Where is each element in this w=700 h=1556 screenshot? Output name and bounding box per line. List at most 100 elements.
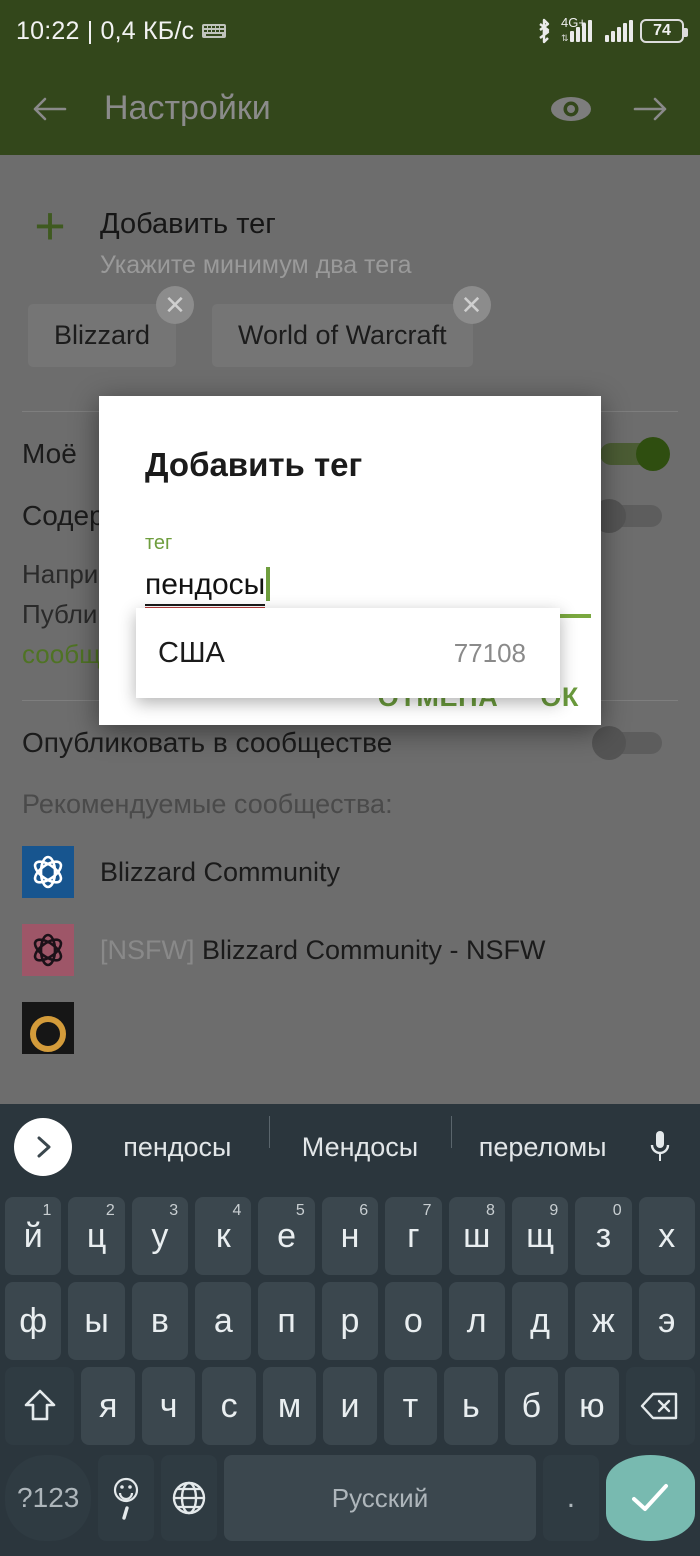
community-name-text: Blizzard Community - NSFW bbox=[202, 934, 546, 965]
key-г[interactable]: 7г bbox=[385, 1197, 442, 1275]
key-ц[interactable]: 2ц bbox=[68, 1197, 125, 1275]
battery-icon: 74 bbox=[640, 19, 688, 43]
key-й[interactable]: 1й bbox=[5, 1197, 62, 1275]
microphone-icon[interactable] bbox=[634, 1129, 686, 1165]
keyboard-row-2: ф ы в а п р о л д ж э bbox=[0, 1282, 700, 1360]
bluetooth-icon bbox=[534, 18, 554, 44]
shift-icon[interactable] bbox=[4, 1367, 75, 1445]
key-э[interactable]: э bbox=[638, 1282, 695, 1360]
back-button[interactable] bbox=[26, 86, 72, 132]
autocomplete-dropdown-item[interactable]: США 77108 bbox=[136, 608, 560, 698]
symbols-key[interactable]: ?123 bbox=[5, 1455, 92, 1541]
tag-chip[interactable]: World of Warcraft ✕ bbox=[212, 286, 491, 367]
toggle-mine[interactable] bbox=[592, 437, 670, 471]
remove-tag-icon[interactable]: ✕ bbox=[452, 286, 491, 324]
suggestion-item[interactable]: Мендосы bbox=[268, 1115, 452, 1163]
key-а[interactable]: а bbox=[195, 1282, 252, 1360]
key-щ[interactable]: 9щ bbox=[511, 1197, 569, 1275]
setting-label: Опубликовать в сообществе bbox=[22, 727, 393, 758]
tag-input-field[interactable]: тег пендосы bbox=[99, 484, 601, 618]
network-type-label: 4G+ bbox=[561, 15, 586, 30]
key-п[interactable]: п bbox=[258, 1282, 315, 1360]
dialog-title: Добавить тег bbox=[145, 446, 363, 483]
key-ю[interactable]: ю bbox=[565, 1367, 619, 1445]
toggle-publish[interactable] bbox=[592, 726, 670, 760]
key-т[interactable]: т bbox=[383, 1367, 438, 1445]
key-ш[interactable]: 8ш bbox=[448, 1197, 505, 1275]
tag-chip-label: Blizzard bbox=[54, 320, 151, 350]
key-м[interactable]: м bbox=[262, 1367, 317, 1445]
community-name: Blizzard Community bbox=[100, 856, 341, 887]
key-к[interactable]: 4к bbox=[195, 1197, 252, 1275]
key-ь[interactable]: ь bbox=[444, 1367, 498, 1445]
community-list-item-partial[interactable] bbox=[0, 976, 700, 1054]
chevron-right-icon[interactable] bbox=[14, 1118, 72, 1176]
key-label: у bbox=[151, 1216, 169, 1255]
status-time-and-speed: 10:22 | 0,4 КБ/с bbox=[16, 16, 195, 45]
data-arrows-icon: ⇅ bbox=[561, 33, 569, 43]
keyboard-row-4: ?123 Русский . bbox=[0, 1455, 700, 1541]
mobile-signal-2 bbox=[605, 20, 633, 42]
recommended-communities-title: Рекомендуемые сообщества: bbox=[22, 789, 393, 819]
emoji-comma-icon[interactable] bbox=[98, 1455, 155, 1541]
key-е[interactable]: 5е bbox=[258, 1197, 315, 1275]
key-н[interactable]: 6н bbox=[321, 1197, 379, 1275]
key-я[interactable]: я bbox=[81, 1367, 135, 1445]
key-ч[interactable]: ч bbox=[141, 1367, 196, 1445]
app-toolbar: Настройки bbox=[0, 62, 700, 155]
key-х[interactable]: х bbox=[638, 1197, 695, 1275]
tag-chip[interactable]: Blizzard ✕ bbox=[28, 286, 195, 367]
key-д[interactable]: д bbox=[511, 1282, 569, 1360]
plus-icon[interactable]: + bbox=[0, 199, 100, 253]
setting-label: Содер bbox=[22, 500, 105, 531]
eye-icon[interactable] bbox=[548, 86, 594, 132]
key-в[interactable]: в bbox=[131, 1282, 189, 1360]
key-с[interactable]: с bbox=[202, 1367, 256, 1445]
key-р[interactable]: р bbox=[321, 1282, 379, 1360]
key-number-hint: 8 bbox=[485, 1202, 495, 1219]
suggestion-count: 77108 bbox=[453, 637, 526, 668]
globe-icon[interactable] bbox=[161, 1455, 217, 1541]
page-title: Настройки bbox=[104, 89, 271, 127]
key-number-hint: 7 bbox=[422, 1202, 432, 1219]
remove-tag-icon[interactable]: ✕ bbox=[156, 286, 195, 324]
key-б[interactable]: б bbox=[504, 1367, 559, 1445]
space-key[interactable]: Русский bbox=[223, 1455, 537, 1541]
suggestion-name: США bbox=[158, 636, 225, 669]
status-left-group: 10:22 | 0,4 КБ/с bbox=[16, 16, 227, 46]
key-у[interactable]: 3у bbox=[131, 1197, 189, 1275]
community-list-item[interactable]: [NSFW] Blizzard Community - NSFW bbox=[0, 898, 700, 976]
backspace-icon[interactable] bbox=[625, 1367, 696, 1445]
status-right-group: 4G+ ⇅ 74 bbox=[534, 15, 688, 44]
key-ы[interactable]: ы bbox=[68, 1282, 125, 1360]
key-ж[interactable]: ж bbox=[575, 1282, 632, 1360]
key-л[interactable]: л bbox=[448, 1282, 505, 1360]
toggle-content[interactable] bbox=[592, 499, 670, 533]
add-tag-row[interactable]: + Добавить тег Укажите минимум два тега bbox=[0, 155, 700, 280]
tag-chip-list: Blizzard ✕ World of Warcraft ✕ bbox=[0, 280, 700, 367]
add-tag-subtitle: Укажите минимум два тега bbox=[100, 251, 412, 279]
key-о[interactable]: о bbox=[385, 1282, 442, 1360]
key-ф[interactable]: ф bbox=[5, 1282, 62, 1360]
blizzard-nsfw-logo-icon bbox=[22, 924, 74, 976]
text-caret bbox=[266, 567, 271, 601]
key-label: з bbox=[595, 1216, 612, 1255]
key-з[interactable]: 0з bbox=[575, 1197, 632, 1275]
key-number-hint: 6 bbox=[359, 1202, 369, 1219]
phone-screen: 10:22 | 0,4 КБ/с 4G+ ⇅ 74 Настройки + До… bbox=[0, 0, 700, 1556]
period-key[interactable]: . bbox=[543, 1455, 599, 1541]
suggestion-item[interactable]: переломы bbox=[451, 1115, 634, 1163]
community-list-item[interactable]: Blizzard Community bbox=[0, 820, 700, 898]
tag-chip-label: World of Warcraft bbox=[238, 320, 447, 350]
suggestion-item[interactable]: пендосы bbox=[86, 1132, 269, 1163]
key-label: е bbox=[277, 1216, 297, 1255]
next-button[interactable] bbox=[628, 86, 674, 132]
tag-input-value[interactable]: пендосы bbox=[145, 568, 266, 606]
key-label: н bbox=[340, 1216, 360, 1255]
key-и[interactable]: и bbox=[323, 1367, 377, 1445]
suggestion-bar: пендосы Мендосы переломы bbox=[0, 1104, 700, 1190]
check-icon[interactable] bbox=[605, 1455, 696, 1541]
key-label: щ bbox=[526, 1216, 555, 1255]
key-number-hint: 3 bbox=[169, 1202, 179, 1219]
community-name: [NSFW] Blizzard Community - NSFW bbox=[100, 935, 546, 966]
